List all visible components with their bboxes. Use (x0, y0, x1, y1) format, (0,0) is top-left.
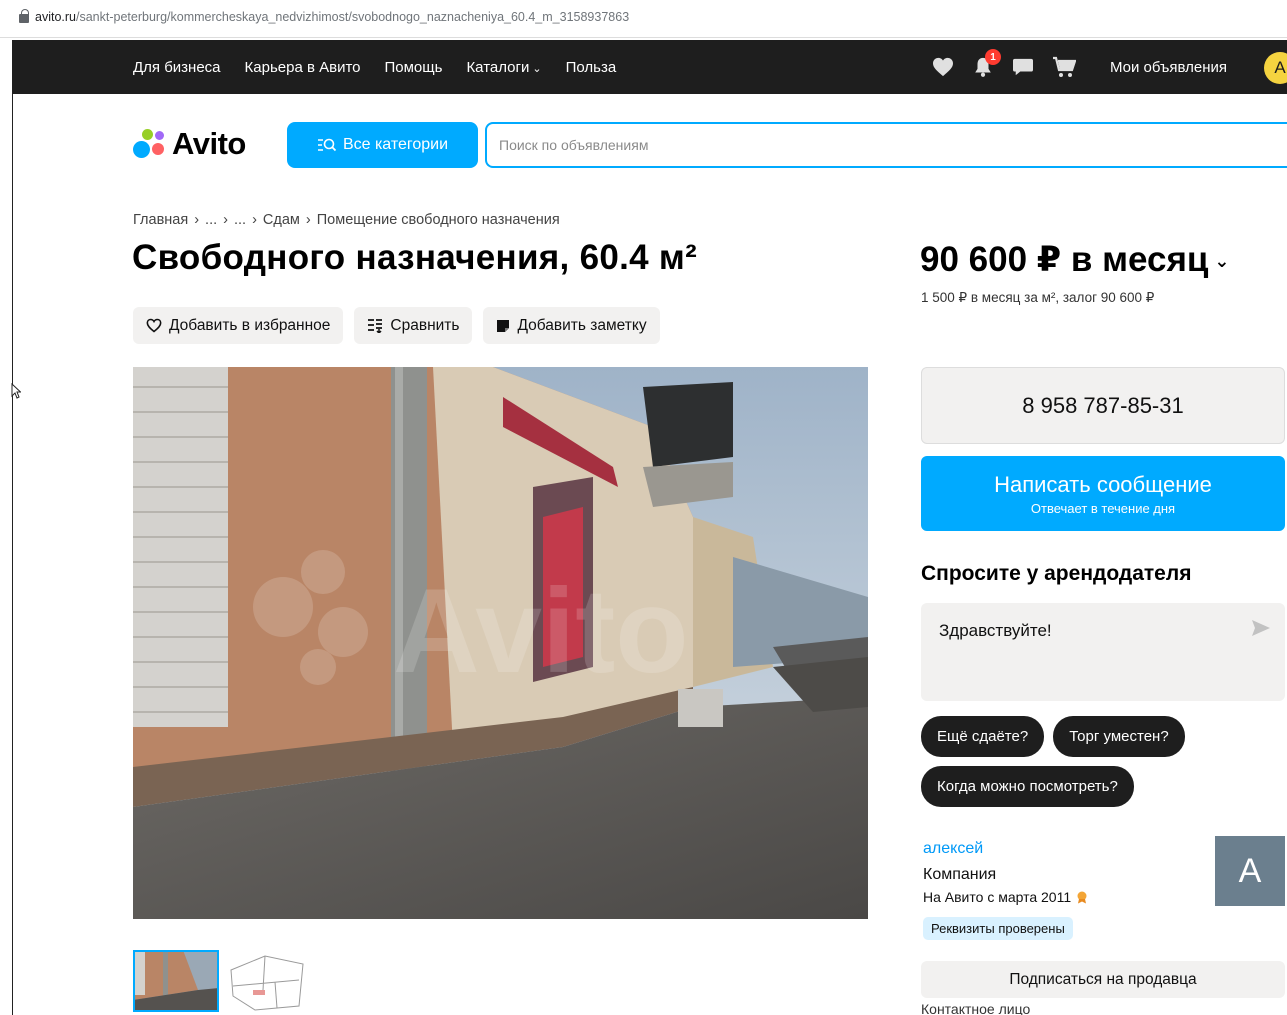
seller-type: Компания (923, 866, 997, 883)
ask-message-text: Здравствуйте! (939, 621, 1052, 640)
heart-outline-icon (146, 318, 162, 333)
my-ads-link[interactable]: Мои объявления (1110, 40, 1227, 94)
breadcrumb-home[interactable]: Главная (133, 212, 188, 228)
compare-icon (368, 319, 383, 333)
breadcrumb-level-2[interactable]: ... (234, 212, 246, 228)
thumbnail-floorplan-image (225, 950, 311, 1012)
photo-thumbnails (133, 950, 311, 1012)
nav-link-catalogs-label: Каталоги (466, 58, 530, 76)
frame-divider (12, 94, 13, 1015)
show-phone-button[interactable]: 8 958 787-85-31 (921, 367, 1285, 444)
write-message-label: Написать сообщение (994, 471, 1212, 497)
avito-dots-icon (133, 129, 169, 159)
listing-main-photo[interactable]: Avito (133, 367, 868, 919)
chat-icon[interactable] (1012, 57, 1034, 77)
mouse-cursor-icon (11, 383, 21, 399)
seller-name-link[interactable]: алексей (923, 840, 983, 858)
url-path: /sankt-peterburg/kommercheskaya_nedvizhi… (76, 10, 630, 24)
ask-landlord-title: Спросите у арендодателя (921, 562, 1192, 585)
all-categories-button[interactable]: Все категории (287, 122, 478, 168)
price-value: 90 600 ₽ в месяц (920, 240, 1209, 279)
photo-thumbnail-2[interactable] (225, 950, 311, 1012)
breadcrumb-level-1[interactable]: ... (205, 212, 217, 228)
chevron-down-icon: ⌄ (532, 62, 542, 75)
nav-link-career[interactable]: Карьера в Авито (245, 59, 361, 76)
notifications-badge: 1 (985, 49, 1001, 65)
breadcrumb-category[interactable]: Помещение свободного назначения (317, 212, 560, 228)
seller-avatar[interactable]: А (1215, 836, 1285, 906)
photo-thumbnail-1[interactable] (133, 950, 219, 1012)
url-text[interactable]: avito.ru/sankt-peterburg/kommercheskaya_… (35, 10, 629, 24)
breadcrumb-separator-icon: › (252, 212, 257, 228)
top-nav-links: Для бизнеса Карьера в Авито Помощь Катал… (133, 40, 616, 94)
top-navigation: Для бизнеса Карьера в Авито Помощь Катал… (12, 40, 1287, 94)
ask-message-input[interactable]: Здравствуйте! (921, 603, 1285, 701)
verified-badge: Реквизиты проверены (923, 917, 1073, 940)
svg-text:Avito: Avito (393, 564, 689, 698)
compare-label: Сравнить (390, 316, 460, 334)
lock-icon (19, 9, 29, 23)
url-host: avito.ru (35, 10, 76, 24)
contact-person-label: Контактное лицо (921, 1001, 1031, 1015)
avito-logo[interactable]: Avito (133, 126, 246, 161)
subscribe-seller-button[interactable]: Подписаться на продавца (921, 961, 1285, 998)
chevron-down-icon: ⌄ (1214, 251, 1230, 272)
write-message-button[interactable]: Написать сообщение Отвечает в течение дн… (921, 456, 1285, 531)
quick-questions: Ещё сдаёте? Торг уместен? Когда можно по… (921, 716, 1287, 807)
nav-link-catalogs[interactable]: Каталоги ⌄ (466, 59, 541, 76)
logo-text: Avito (172, 126, 246, 161)
medal-icon (1077, 891, 1087, 904)
all-categories-label: Все категории (342, 136, 449, 153)
note-icon (497, 319, 510, 332)
breadcrumb-rent[interactable]: Сдам (263, 212, 300, 228)
categories-search-icon (317, 138, 337, 152)
compare-button[interactable]: Сравнить (354, 307, 473, 344)
breadcrumb-separator-icon: › (305, 212, 311, 228)
add-to-favorites-label: Добавить в избранное (169, 316, 331, 334)
add-note-label: Добавить заметку (517, 316, 647, 334)
heart-icon[interactable] (932, 57, 954, 77)
browser-address-bar[interactable]: avito.ru/sankt-peterburg/kommercheskaya_… (0, 0, 1287, 38)
quick-question-viewing[interactable]: Когда можно посмотреть? (921, 766, 1134, 807)
cart-icon[interactable] (1052, 56, 1076, 78)
seller-since-text: На Авито с марта 2011 (923, 889, 1072, 905)
search-input[interactable]: Поиск по объявлениям (485, 122, 1287, 168)
breadcrumb-separator-icon: › (223, 212, 228, 228)
thumbnail-street-image (133, 950, 219, 1012)
nav-link-business[interactable]: Для бизнеса (133, 59, 221, 76)
add-to-favorites-button[interactable]: Добавить в избранное (133, 307, 344, 344)
seller-since: На Авито с марта 2011 (923, 889, 1089, 905)
notifications-button[interactable]: 1 (972, 49, 1001, 78)
listing-title: Свободного назначения, 60.4 м² (132, 238, 698, 277)
user-avatar[interactable]: А (1264, 52, 1287, 84)
quick-question-bargain[interactable]: Торг уместен? (1053, 716, 1185, 757)
quick-question-still-renting[interactable]: Ещё сдаёте? (921, 716, 1045, 757)
nav-link-benefit[interactable]: Польза (566, 59, 617, 76)
price-heading[interactable]: 90 600 ₽ в месяц ⌄ (920, 240, 1230, 280)
add-note-button[interactable]: Добавить заметку (483, 307, 660, 344)
top-nav-icons: 1 (932, 40, 1076, 94)
breadcrumb-separator-icon: › (194, 212, 200, 228)
breadcrumb: Главная › ... › ... › Сдам › Помещение с… (133, 212, 560, 228)
listing-actions: Добавить в избранное Сравнить Добавить з… (133, 307, 660, 344)
send-icon[interactable] (1251, 619, 1271, 637)
street-photo-illustration: Avito (133, 367, 868, 919)
response-time-label: Отвечает в течение дня (1030, 500, 1176, 516)
nav-link-help[interactable]: Помощь (385, 59, 443, 76)
price-details: 1 500 ₽ в месяц за м², залог 90 600 ₽ (921, 290, 1155, 305)
